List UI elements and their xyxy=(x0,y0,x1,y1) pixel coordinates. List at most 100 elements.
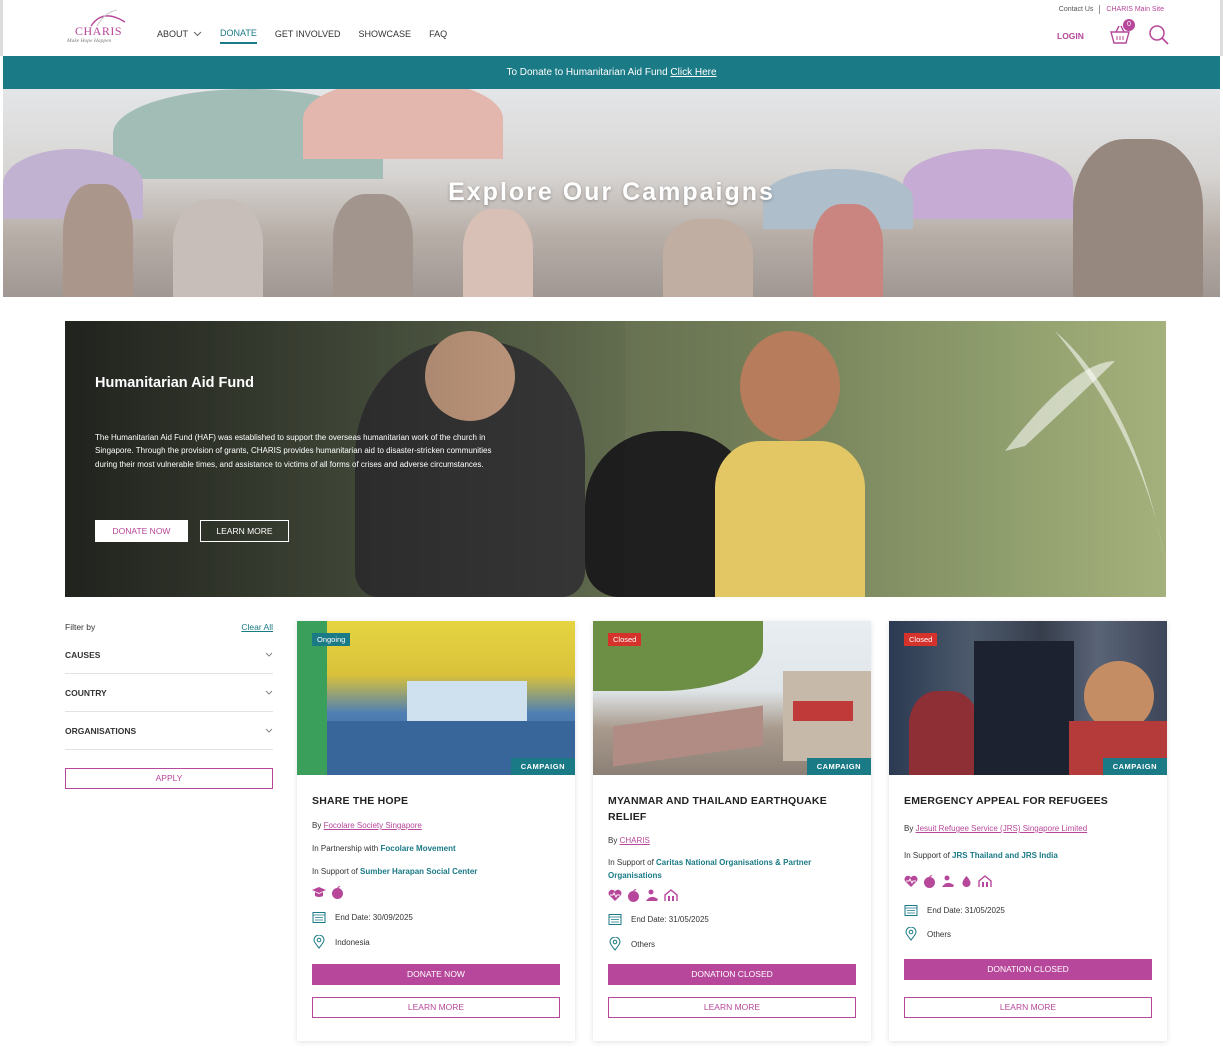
learn-more-button[interactable]: LEARN MORE xyxy=(312,997,560,1018)
image-banner-shape xyxy=(407,681,527,721)
logo-tagline: Make Hope Happen xyxy=(67,38,112,44)
donation-closed-button[interactable]: DONATION CLOSED xyxy=(904,959,1152,980)
nav-faq[interactable]: FAQ xyxy=(429,28,447,44)
apply-filter-button[interactable]: APPLY xyxy=(65,768,273,789)
hero-title: Explore Our Campaigns xyxy=(448,178,775,206)
campaign-tag: CAMPAIGN xyxy=(1102,758,1167,775)
partner-label: In Partnership with xyxy=(312,844,381,853)
filter-header: Filter by Clear All xyxy=(65,622,273,636)
hero-banner: Explore Our Campaigns xyxy=(3,89,1220,297)
filter-country[interactable]: COUNTRY xyxy=(65,674,273,712)
image-sign-shape xyxy=(793,701,853,721)
campaign-end-date: End Date: 31/05/2025 xyxy=(904,904,1005,916)
image-child-shape xyxy=(909,691,979,775)
donation-closed-button[interactable]: DONATION CLOSED xyxy=(608,964,856,985)
filter-panel: Filter by Clear All CAUSES COUNTRY ORGAN… xyxy=(65,622,273,789)
charis-logo[interactable]: CHARIS Make Hope Happen xyxy=(65,6,127,48)
heartbeat-icon xyxy=(608,889,622,901)
calendar-icon xyxy=(904,905,918,916)
filter-causes[interactable]: CAUSES xyxy=(65,636,273,674)
cause-icons xyxy=(904,875,992,888)
nav-get-involved[interactable]: GET INVOLVED xyxy=(275,28,341,44)
featured-campaign: Humanitarian Aid Fund The Humanitarian A… xyxy=(65,321,1166,597)
by-label: By xyxy=(904,824,916,833)
cart-count-badge: 0 xyxy=(1123,19,1135,31)
organiser-link[interactable]: Jesuit Refugee Service (JRS) Singapore L… xyxy=(916,824,1088,833)
campaign-card: Closed CAMPAIGN EMERGENCY APPEAL FOR REF… xyxy=(889,621,1167,1041)
location-pin-icon xyxy=(905,927,917,941)
end-date-text: End Date: 31/05/2025 xyxy=(631,914,709,924)
main-site-link[interactable]: CHARIS Main Site xyxy=(1106,6,1164,13)
page: CHARIS Make Hope Happen ABOUT DONATE GET… xyxy=(0,0,1223,1049)
campaign-tag: CAMPAIGN xyxy=(510,758,575,775)
feature-description: The Humanitarian Aid Fund (HAF) was esta… xyxy=(95,433,492,469)
calendar-icon xyxy=(608,914,622,925)
apple-icon xyxy=(332,886,343,899)
campaign-image[interactable]: Closed CAMPAIGN xyxy=(593,621,871,775)
location-text: Others xyxy=(927,929,952,939)
learn-more-button[interactable]: LEARN MORE xyxy=(608,997,856,1018)
organiser-link[interactable]: Focolare Society Singapore xyxy=(324,821,422,830)
campaign-tag: CAMPAIGN xyxy=(806,758,871,775)
cart-button[interactable]: 0 xyxy=(1108,19,1135,50)
beneficiary-name: Sumber Harapan Social Center xyxy=(360,867,478,876)
nav-about[interactable]: ABOUT xyxy=(157,28,202,44)
feature-donate-button[interactable]: DONATE NOW xyxy=(95,520,188,542)
nav-about-label: ABOUT xyxy=(157,29,189,39)
announcement-banner: To Donate to Humanitarian Aid Fund Click… xyxy=(3,56,1220,89)
chevron-down-icon xyxy=(193,31,202,37)
search-button[interactable] xyxy=(1148,24,1170,51)
support-label: In Support of xyxy=(608,858,657,867)
apple-icon xyxy=(924,875,935,888)
campaign-location: Indonesia xyxy=(312,935,370,949)
image-rubble-shape xyxy=(613,705,763,767)
helping-hand-icon xyxy=(942,875,954,887)
chevron-down-icon xyxy=(265,728,273,733)
by-label: By xyxy=(312,821,324,830)
chevron-down-icon xyxy=(265,652,273,657)
shelter-icon xyxy=(978,875,992,887)
utility-divider xyxy=(1099,5,1101,14)
support-label: In Support of xyxy=(904,851,953,860)
campaign-title[interactable]: MYANMAR AND THAILAND EARTHQUAKE RELIEF xyxy=(608,794,856,825)
location-pin-icon xyxy=(609,937,621,951)
announcement-text: To Donate to Humanitarian Aid Fund xyxy=(506,67,671,78)
organiser-link[interactable]: CHARIS xyxy=(620,836,650,845)
site-header: CHARIS Make Hope Happen ABOUT DONATE GET… xyxy=(0,0,1223,56)
campaign-title[interactable]: SHARE THE HOPE xyxy=(312,794,560,810)
filter-causes-label: CAUSES xyxy=(65,649,101,660)
feature-learn-more-button[interactable]: LEARN MORE xyxy=(200,520,289,542)
campaign-image[interactable]: Closed CAMPAIGN xyxy=(889,621,1167,775)
location-text: Indonesia xyxy=(335,937,370,947)
donate-now-button[interactable]: DONATE NOW xyxy=(312,964,560,985)
campaign-organiser: By Focolare Society Singapore xyxy=(312,820,562,833)
contact-us-link[interactable]: Contact Us xyxy=(1059,6,1094,13)
calendar-icon xyxy=(312,912,326,923)
nav-donate[interactable]: DONATE xyxy=(220,28,257,44)
campaign-beneficiary: In Support of Caritas National Organisat… xyxy=(608,857,858,882)
clear-all-link[interactable]: Clear All xyxy=(241,622,273,636)
water-drop-icon xyxy=(962,876,971,888)
nav-showcase[interactable]: SHOWCASE xyxy=(359,28,412,44)
end-date-text: End Date: 30/09/2025 xyxy=(335,912,413,922)
by-label: By xyxy=(608,836,620,845)
campaign-end-date: End Date: 31/05/2025 xyxy=(608,913,709,925)
child-face xyxy=(740,331,840,441)
login-link[interactable]: LOGIN xyxy=(1057,31,1084,41)
filter-organisations[interactable]: ORGANISATIONS xyxy=(65,712,273,750)
announcement-link[interactable]: Click Here xyxy=(670,67,716,78)
graduation-cap-icon xyxy=(312,887,326,897)
campaign-title[interactable]: EMERGENCY APPEAL FOR REFUGEES xyxy=(904,794,1152,810)
learn-more-button[interactable]: LEARN MORE xyxy=(904,997,1152,1018)
helping-hand-icon xyxy=(646,889,658,901)
campaign-image[interactable]: Ongoing CAMPAIGN xyxy=(297,621,575,775)
cause-icons xyxy=(608,889,678,902)
campaign-location: Others xyxy=(608,937,655,951)
partner-name: Focolare Movement xyxy=(380,844,456,853)
cause-icons xyxy=(312,886,344,899)
chevron-down-icon xyxy=(265,690,273,695)
campaign-end-date: End Date: 30/09/2025 xyxy=(312,911,413,923)
support-label: In Support of xyxy=(312,867,361,876)
location-text: Others xyxy=(631,939,656,949)
shelter-icon xyxy=(664,889,678,901)
